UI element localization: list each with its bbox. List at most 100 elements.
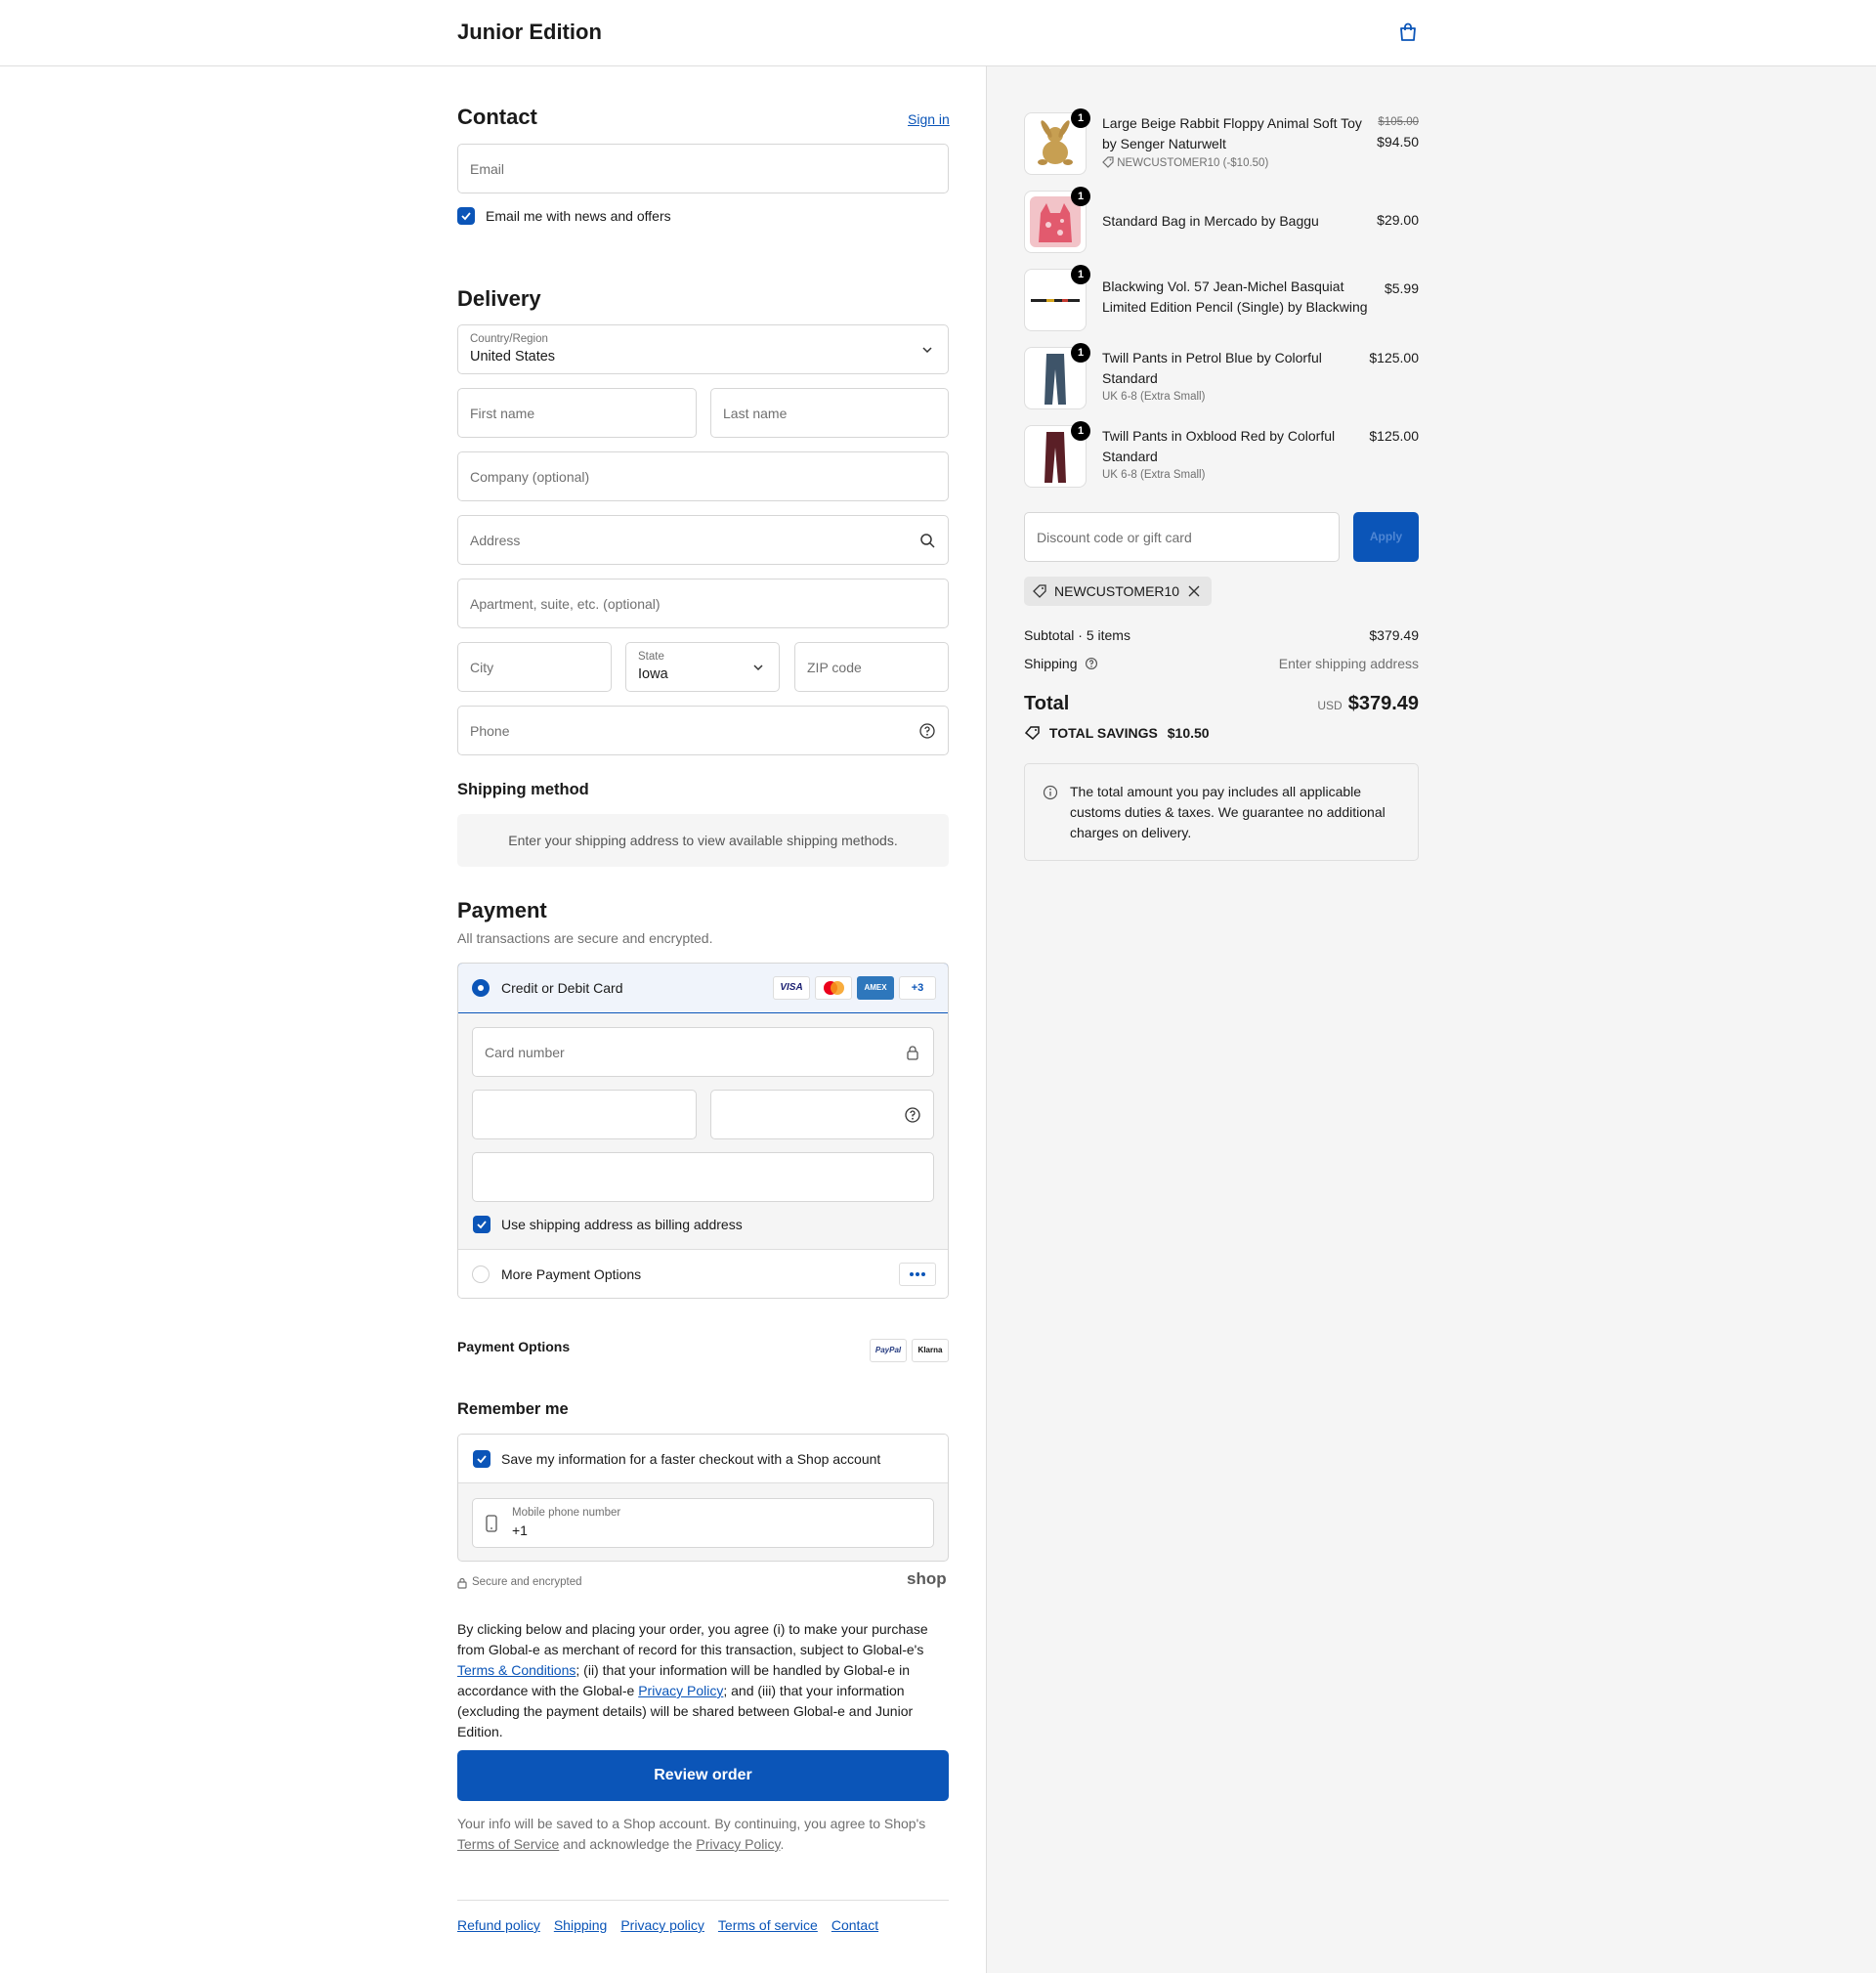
item-price: $29.00 [1377, 212, 1419, 228]
zip-field[interactable]: ZIP code [794, 642, 949, 692]
save-info-label: Save my information for a faster checkou… [501, 1451, 881, 1467]
name-on-card-field[interactable] [472, 1152, 934, 1202]
expiry-field[interactable] [472, 1090, 697, 1139]
address-placeholder: Address [470, 533, 521, 548]
line-item: 1 Twill Pants in Oxblood Red by Colorful… [1024, 421, 1419, 490]
item-variant: UK 6-8 (Extra Small) [1102, 391, 1206, 403]
contact-title: Contact [457, 105, 537, 129]
legal-text: By clicking below and placing your order… [457, 1619, 949, 1742]
card-option-row[interactable]: Credit or Debit Card VISA AMEX +3 [458, 964, 948, 1013]
klarna-icon: Klarna [912, 1339, 949, 1362]
legal-part-1: By clicking below and placing your order… [457, 1621, 928, 1657]
item-price: $125.00 [1369, 350, 1419, 365]
shipping-method-title: Shipping method [457, 781, 589, 798]
refund-policy-link[interactable]: Refund policy [457, 1917, 540, 1933]
subtotal-label: Subtotal · 5 items [1024, 627, 1130, 643]
mobile-value: +1 [512, 1523, 528, 1538]
more-payment-options-row[interactable]: More Payment Options [458, 1249, 948, 1298]
country-value: United States [470, 349, 556, 365]
applied-discount-tag: NEWCUSTOMER10 [1024, 577, 1212, 606]
email-placeholder: Email [470, 161, 505, 177]
first-name-field[interactable]: First name [457, 388, 697, 438]
subtotal-value: $379.49 [1369, 627, 1419, 643]
state-select[interactable]: State Iowa [625, 642, 780, 692]
shop-notice-part-2: and acknowledge the [559, 1836, 697, 1852]
apply-button[interactable]: Apply [1353, 512, 1419, 562]
check-icon [477, 1455, 487, 1464]
card-number-field[interactable]: Card number [472, 1027, 934, 1077]
country-select[interactable]: Country/Region United States [457, 324, 949, 374]
billing-checkbox[interactable] [473, 1216, 490, 1233]
quantity-badge: 1 [1071, 343, 1090, 363]
quantity-badge: 1 [1071, 108, 1090, 128]
item-discount: NEWCUSTOMER10 (-$10.50) [1102, 156, 1268, 169]
last-name-placeholder: Last name [723, 406, 788, 421]
info-icon [1043, 785, 1058, 800]
item-original-price: $105.00 [1378, 116, 1419, 128]
sign-in-link[interactable]: Sign in [908, 111, 950, 127]
item-name: Blackwing Vol. 57 Jean-Michel Basquiat L… [1102, 277, 1368, 318]
remember-title: Remember me [457, 1400, 569, 1418]
item-name: Standard Bag in Mercado by Baggu [1102, 213, 1319, 229]
shipping-method-message: Enter your shipping address to view avai… [457, 814, 949, 867]
shopping-bag-icon[interactable] [1397, 21, 1419, 43]
savings-label: TOTAL SAVINGS [1048, 725, 1158, 741]
city-field[interactable]: City [457, 642, 612, 692]
discount-code-field[interactable]: Discount code or gift card [1024, 512, 1340, 562]
item-name: Large Beige Rabbit Floppy Animal Soft To… [1102, 113, 1362, 154]
duties-notice-text: The total amount you pay includes all ap… [1070, 784, 1386, 840]
amex-icon: AMEX [857, 976, 894, 1000]
shop-notice-part-3: . [780, 1836, 785, 1852]
save-info-row[interactable]: Save my information for a faster checkou… [458, 1435, 948, 1483]
shop-privacy-link[interactable]: Privacy Policy [696, 1836, 780, 1852]
card-radio[interactable] [472, 979, 490, 997]
lock-icon [457, 1577, 467, 1589]
save-info-checkbox[interactable] [473, 1450, 490, 1468]
shipping-policy-link[interactable]: Shipping [554, 1917, 608, 1933]
line-item: 1 Standard Bag in Mercado by Baggu $29.0… [1024, 187, 1419, 255]
close-icon[interactable] [1188, 585, 1200, 597]
brand-logo[interactable]: Junior Edition [457, 20, 602, 45]
remember-box: Save my information for a faster checkou… [457, 1434, 949, 1562]
help-icon[interactable] [1085, 657, 1098, 670]
total-label: Total [1024, 693, 1070, 714]
header: Junior Edition [0, 0, 1876, 66]
terms-link[interactable]: Terms & Conditions [457, 1662, 576, 1678]
company-field[interactable]: Company (optional) [457, 451, 949, 501]
newsletter-checkbox[interactable] [457, 207, 475, 225]
quantity-badge: 1 [1071, 265, 1090, 284]
contact-link[interactable]: Contact [831, 1917, 878, 1933]
help-icon[interactable] [904, 1106, 921, 1124]
country-label: Country/Region [470, 333, 548, 345]
apartment-field[interactable]: Apartment, suite, etc. (optional) [457, 579, 949, 628]
item-name-line-1: Large Beige Rabbit Floppy Animal Soft To… [1102, 115, 1362, 131]
shop-terms-link[interactable]: Terms of Service [457, 1836, 559, 1852]
mobile-phone-field[interactable]: Mobile phone number +1 [472, 1498, 934, 1548]
zip-placeholder: ZIP code [807, 660, 862, 675]
privacy-policy-link[interactable]: Privacy policy [620, 1917, 704, 1933]
search-icon [920, 534, 935, 548]
terms-of-service-link[interactable]: Terms of service [718, 1917, 818, 1933]
secure-label: Secure and encrypted [472, 1576, 582, 1588]
chevron-down-icon [753, 665, 763, 671]
footer-divider [457, 1900, 949, 1901]
delivery-title: Delivery [457, 286, 541, 311]
security-code-field[interactable] [710, 1090, 934, 1139]
check-icon [477, 1221, 487, 1229]
item-discount-code: NEWCUSTOMER10 (-$10.50) [1117, 157, 1269, 169]
payment-subtitle: All transactions are secure and encrypte… [457, 930, 713, 946]
email-field[interactable]: Email [457, 144, 949, 193]
help-icon[interactable] [918, 722, 936, 740]
card-number-placeholder: Card number [485, 1045, 565, 1060]
privacy-link[interactable]: Privacy Policy [638, 1683, 723, 1698]
billing-label: Use shipping address as billing address [501, 1217, 743, 1232]
first-name-placeholder: First name [470, 406, 535, 421]
item-name-line-1: Blackwing Vol. 57 Jean-Michel Basquiat [1102, 279, 1344, 294]
more-options-radio[interactable] [472, 1265, 490, 1283]
review-order-button[interactable]: Review order [457, 1750, 949, 1801]
discount-placeholder: Discount code or gift card [1037, 530, 1192, 545]
last-name-field[interactable]: Last name [710, 388, 949, 438]
tag-icon [1102, 156, 1114, 168]
address-field[interactable]: Address [457, 515, 949, 565]
phone-field[interactable]: Phone [457, 706, 949, 755]
